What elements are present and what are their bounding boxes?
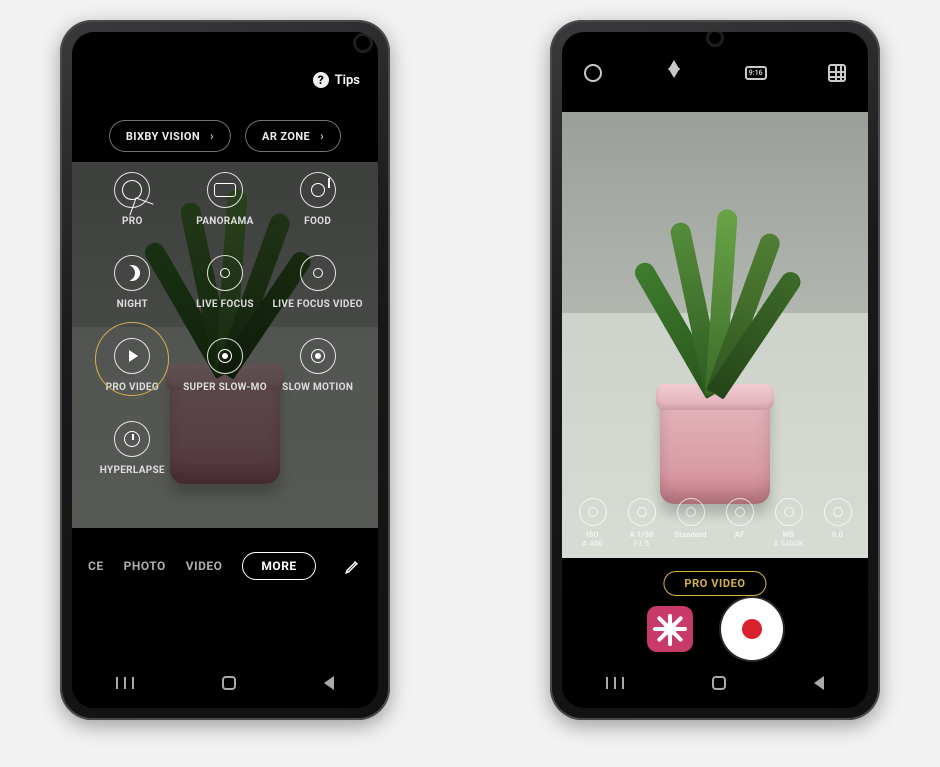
nav-recents-icon[interactable] [116, 677, 134, 689]
ar-zone-chip[interactable]: AR ZONE › [245, 120, 341, 152]
mode-super-slow-mo[interactable]: SUPER SLOW-MO [179, 338, 272, 393]
mode-panorama[interactable]: PANORAMA [179, 172, 272, 227]
grid-icon[interactable] [826, 62, 848, 84]
food-icon [300, 172, 336, 208]
record-button[interactable] [721, 598, 783, 660]
shutter-row [562, 598, 868, 660]
play-icon [114, 338, 150, 374]
nav-recents-icon[interactable] [606, 677, 624, 689]
nav-home-icon[interactable] [222, 676, 236, 690]
person-icon [207, 255, 243, 291]
mode-slow-motion[interactable]: SLOW MOTION [271, 338, 364, 393]
dial-icon [579, 498, 607, 526]
control-shutter-speed[interactable]: A 1/50 F1.5 [617, 498, 666, 548]
front-camera-icon [709, 32, 721, 44]
tab-ce[interactable]: CE [88, 559, 104, 573]
tab-video[interactable]: VIDEO [186, 559, 223, 573]
mode-food[interactable]: FOOD [271, 172, 364, 227]
phone-right: 9:16 ISO A 400 A 1/50 F1. [550, 20, 880, 720]
screen-left: ? Tips BIXBY VISION › AR ZONE › PRO [72, 32, 378, 708]
mode-live-focus-video[interactable]: LIVE FOCUS VIDEO [271, 255, 364, 310]
control-white-balance[interactable]: WB A 5400K [764, 498, 813, 548]
super-slow-icon [207, 338, 243, 374]
mode-pro[interactable]: PRO [86, 172, 179, 227]
tips-label: Tips [335, 73, 360, 88]
dial-icon [824, 498, 852, 526]
nav-back-icon[interactable] [814, 676, 824, 690]
nav-back-icon[interactable] [324, 676, 334, 690]
flash-icon[interactable] [663, 62, 685, 84]
control-exposure[interactable]: 0.0 [813, 498, 862, 548]
clock-icon [114, 421, 150, 457]
mode-live-focus[interactable]: LIVE FOCUS [179, 255, 272, 310]
tab-more[interactable]: MORE [242, 552, 315, 580]
chevron-right-icon: › [320, 129, 324, 143]
slow-motion-icon [300, 338, 336, 374]
tips-button[interactable]: ? Tips [313, 72, 360, 88]
ar-zone-label: AR ZONE [262, 130, 310, 143]
dial-icon [677, 498, 705, 526]
moon-icon [114, 255, 150, 291]
dial-icon [775, 498, 803, 526]
bixby-vision-chip[interactable]: BIXBY VISION › [109, 120, 231, 152]
phone-left: ? Tips BIXBY VISION › AR ZONE › PRO [60, 20, 390, 720]
pro-controls-row: ISO A 400 A 1/50 F1.5 Standard AF [568, 498, 862, 548]
aperture-icon [114, 172, 150, 208]
camera-tab-row: CE PHOTO VIDEO MORE [72, 552, 378, 580]
screen-right: 9:16 ISO A 400 A 1/50 F1. [562, 32, 868, 708]
help-icon: ? [313, 72, 329, 88]
aspect-ratio-icon[interactable]: 9:16 [745, 62, 767, 84]
edit-icon[interactable] [344, 557, 362, 575]
mode-night[interactable]: NIGHT [86, 255, 179, 310]
panorama-icon [207, 172, 243, 208]
bixby-vision-label: BIXBY VISION [126, 130, 200, 143]
record-icon [742, 619, 762, 639]
tab-photo[interactable]: PHOTO [124, 559, 166, 573]
person-video-icon [300, 255, 336, 291]
front-camera-icon [356, 36, 370, 50]
control-iso[interactable]: ISO A 400 [568, 498, 617, 548]
nav-home-icon[interactable] [712, 676, 726, 690]
control-color-tone[interactable]: Standard [666, 498, 715, 548]
dial-icon [726, 498, 754, 526]
gallery-thumbnail[interactable] [647, 606, 693, 652]
viewfinder[interactable] [562, 112, 868, 558]
dial-icon [628, 498, 656, 526]
more-modes-grid: PRO PANORAMA FOOD NIGHT LIVE FOCUS [86, 172, 364, 476]
android-navbar [72, 676, 378, 690]
mode-pro-video[interactable]: PRO VIDEO [86, 338, 179, 393]
chevron-right-icon: › [210, 129, 214, 143]
camera-topbar: 9:16 [562, 62, 868, 84]
control-focus[interactable]: AF [715, 498, 764, 548]
settings-icon[interactable] [582, 62, 604, 84]
current-mode-pill[interactable]: PRO VIDEO [663, 571, 766, 596]
android-navbar [562, 676, 868, 690]
mode-hyperlapse[interactable]: HYPERLAPSE [86, 421, 179, 476]
